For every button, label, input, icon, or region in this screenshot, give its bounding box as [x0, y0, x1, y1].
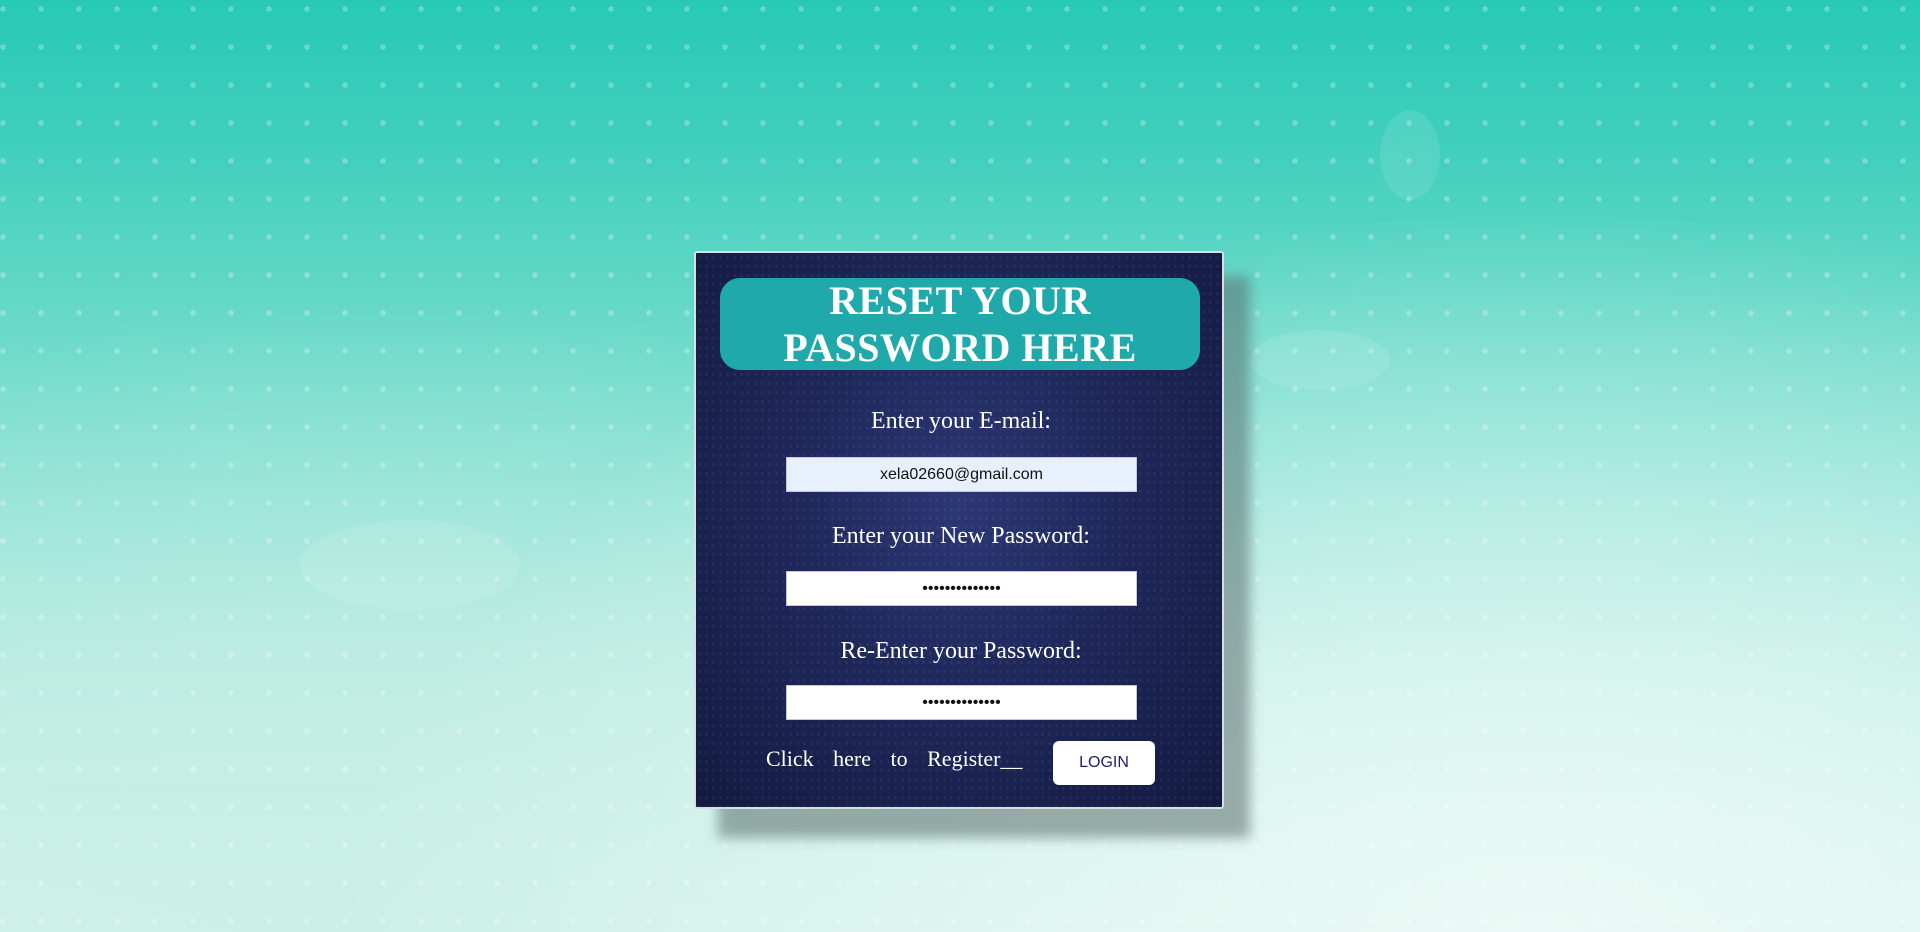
confirm-password-label: Re-Enter your Password:	[840, 638, 1082, 664]
title-banner: RESET YOUR PASSWORD HERE	[720, 278, 1200, 370]
reset-password-card: RESET YOUR PASSWORD HERE Enter your E-ma…	[694, 251, 1224, 809]
new-password-field[interactable]	[786, 571, 1137, 606]
confirm-password-field[interactable]	[786, 685, 1137, 720]
background-texture	[300, 520, 520, 610]
login-button[interactable]: LOGIN	[1053, 741, 1155, 785]
page-title: RESET YOUR PASSWORD HERE	[783, 278, 1137, 370]
background-texture	[1250, 330, 1390, 390]
background-texture	[1380, 110, 1440, 200]
register-link[interactable]: Click here to Register__	[766, 746, 1022, 772]
email-field[interactable]	[786, 457, 1137, 492]
new-password-label: Enter your New Password:	[832, 523, 1090, 549]
email-label: Enter your E-mail:	[871, 408, 1051, 434]
